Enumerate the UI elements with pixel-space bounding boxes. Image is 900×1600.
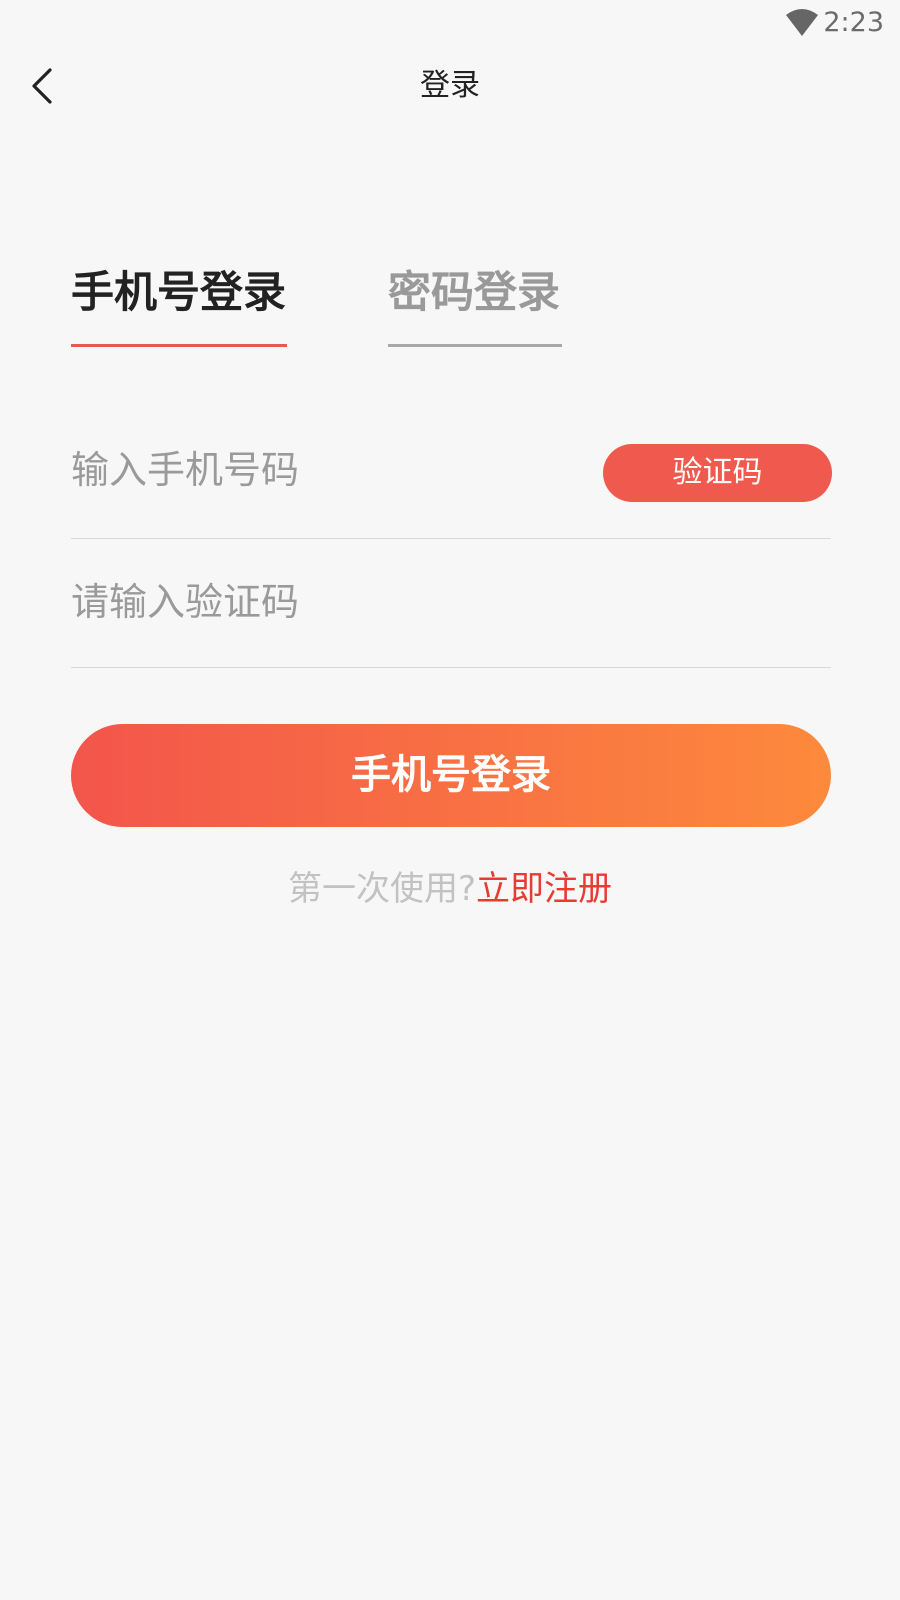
nav-bar: 登录 bbox=[0, 46, 900, 126]
register-line: 第一次使用?立即注册 bbox=[0, 864, 900, 914]
page-title: 登录 bbox=[420, 68, 480, 103]
register-link[interactable]: 立即注册 bbox=[476, 869, 612, 909]
phone-divider bbox=[71, 538, 831, 539]
verification-code-input[interactable] bbox=[71, 572, 831, 632]
wifi-icon bbox=[786, 9, 818, 36]
phone-input[interactable] bbox=[71, 440, 571, 500]
tab-password-login[interactable]: 密码登录 bbox=[388, 258, 560, 328]
status-time: 2:23 bbox=[823, 7, 884, 38]
tab-phone-login[interactable]: 手机号登录 bbox=[71, 258, 286, 328]
get-code-button[interactable]: 验证码 bbox=[603, 444, 832, 502]
tab-password-login-underline bbox=[388, 344, 562, 347]
phone-login-button[interactable]: 手机号登录 bbox=[71, 724, 831, 827]
tab-phone-login-underline bbox=[71, 344, 287, 347]
register-prompt: 第一次使用? bbox=[287, 869, 477, 909]
status-bar: 2:23 bbox=[0, 0, 900, 46]
code-divider bbox=[71, 667, 831, 668]
